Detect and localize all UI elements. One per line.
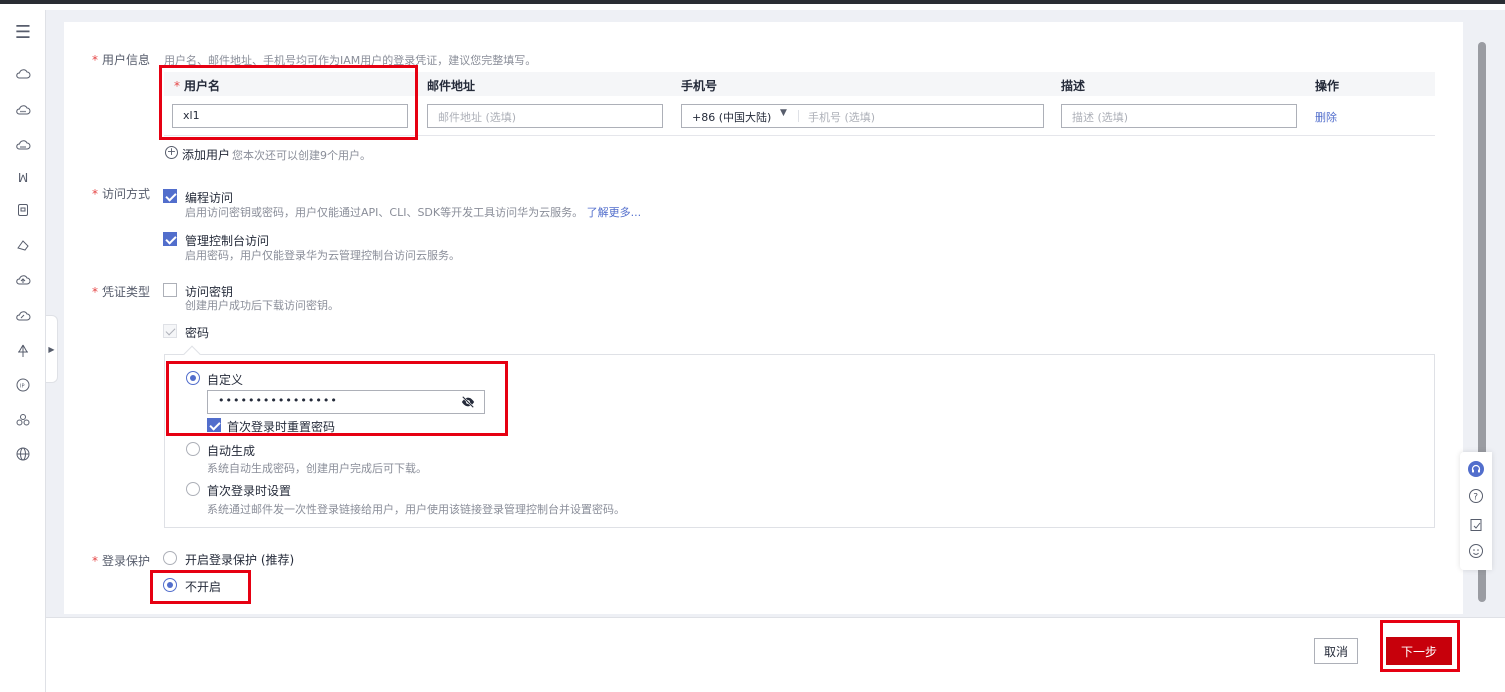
login-protect-label: * 登录保护 [92, 554, 151, 568]
branch-icon[interactable] [13, 341, 33, 361]
floating-toolbar: ? [1460, 452, 1492, 570]
svg-text:IP: IP [20, 384, 25, 390]
password-checkbox[interactable] [163, 324, 177, 338]
top-bar [0, 0, 1505, 10]
desc-input[interactable]: 描述 (选填) [1061, 104, 1297, 128]
phone-field[interactable]: +86 (中国大陆) ▼ 手机号 (选填) [681, 104, 1044, 128]
access-label: * 访问方式 [92, 187, 151, 201]
caret-right-icon: ▶ [48, 344, 55, 354]
console-access-desc: 启用密码，用户仅能登录华为云管理控制台访问云服务。 [185, 249, 460, 262]
cloud-edit-icon[interactable] [13, 306, 33, 326]
country-code-select[interactable]: +86 (中国大陆) [692, 109, 771, 125]
phone-input[interactable]: 手机号 (选填) [808, 109, 875, 125]
programmatic-access-checkbox[interactable] [163, 189, 177, 203]
ip-icon[interactable]: IP [13, 375, 33, 395]
access-key-desc: 创建用户成功后下载访问密钥。 [185, 299, 339, 312]
auto-generate-title: 自动生成 [207, 444, 256, 458]
auto-generate-radio[interactable] [186, 442, 200, 456]
highlight-username [159, 65, 418, 140]
programmatic-access-desc: 启用访问密钥或密码，用户仅能通过API、CLI、SDK等开发工具访问华为云服务。… [185, 206, 642, 219]
help-icon[interactable]: ? [1468, 488, 1484, 504]
highlight-custom-password [166, 361, 508, 436]
footer-bar [46, 617, 1505, 692]
credential-label: * 凭证类型 [92, 285, 151, 299]
feedback-icon[interactable] [1468, 517, 1484, 533]
headset-icon[interactable] [1468, 461, 1484, 477]
globe-icon[interactable] [13, 444, 33, 464]
svg-text:?: ? [1473, 492, 1478, 502]
cancel-button[interactable]: 取消 [1314, 638, 1358, 664]
add-user-button[interactable]: 添加用户 [182, 146, 230, 163]
first-login-radio[interactable] [186, 482, 200, 496]
user-info-label: * 用户信息 [92, 53, 151, 67]
cloud-dots-icon[interactable] [13, 100, 33, 120]
bars-icon[interactable]: ꟽ [13, 168, 33, 188]
shape-icon[interactable] [13, 235, 33, 255]
highlight-next [1380, 620, 1460, 672]
email-input[interactable]: 邮件地址 (选填) [427, 104, 663, 128]
smile-icon[interactable] [1468, 543, 1484, 559]
device-icon[interactable] [13, 200, 33, 220]
console-access-checkbox[interactable] [163, 232, 177, 246]
enable-protect-label: 开启登录保护 (推荐) [185, 553, 295, 567]
add-user-hint: 您本次还可以创建9个用户。 [232, 149, 371, 162]
add-circle-icon[interactable]: + [165, 146, 178, 159]
cloud-up-icon[interactable] [13, 270, 33, 290]
learn-more-link[interactable]: 了解更多... [587, 206, 642, 219]
enable-protect-radio[interactable] [163, 551, 177, 565]
delete-link[interactable]: 删除 [1315, 109, 1337, 125]
first-login-desc: 系统通过邮件发一次性登录链接给用户，用户使用该链接登录管理控制台并设置密码。 [207, 503, 625, 516]
divider [798, 110, 799, 122]
group-icon[interactable] [13, 410, 33, 430]
password-title: 密码 [185, 326, 210, 340]
col-desc: 描述 [1061, 79, 1086, 93]
col-phone: 手机号 [681, 79, 718, 93]
cloud-stack-icon[interactable] [13, 135, 33, 155]
cloud-icon[interactable] [13, 64, 33, 84]
access-key-checkbox[interactable] [163, 283, 177, 297]
highlight-disable-protect [150, 570, 251, 604]
auto-generate-desc: 系统自动生成密码，创建用户完成后可下载。 [207, 462, 427, 475]
left-nav: ☰ ꟽ IP [0, 10, 46, 692]
menu-icon[interactable]: ☰ [13, 22, 33, 43]
chevron-down-icon: ▼ [780, 108, 787, 118]
col-email: 邮件地址 [427, 79, 476, 93]
nav-collapse-toggle[interactable]: ▶ [46, 315, 58, 383]
first-login-title: 首次登录时设置 [207, 484, 292, 498]
col-action: 操作 [1315, 79, 1340, 93]
